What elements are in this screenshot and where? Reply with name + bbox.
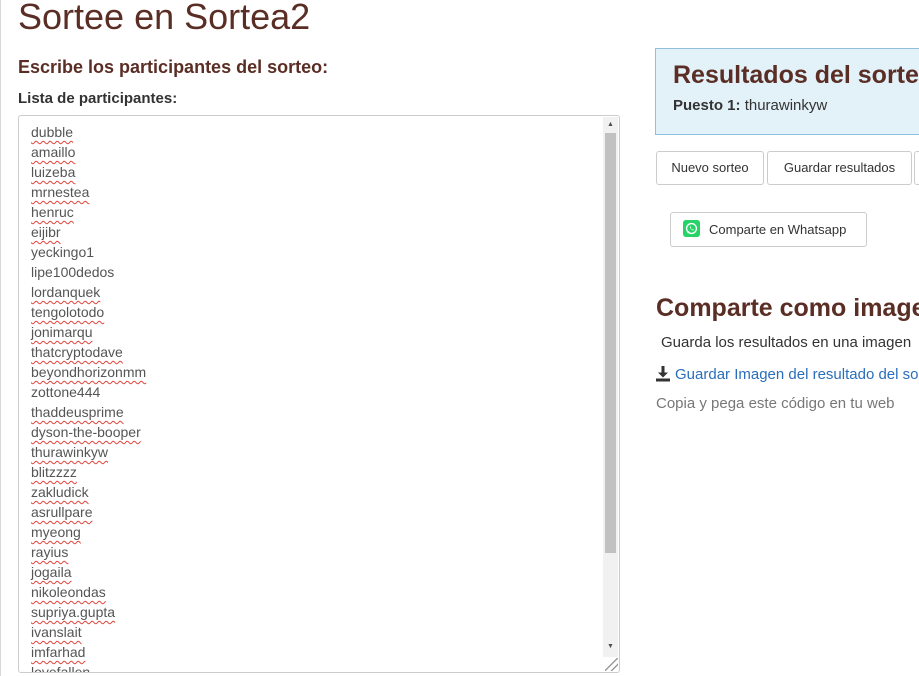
participant-name-text: lordanquek [31, 284, 101, 300]
participants-list: dubble amaillo luizeba mrnestea henruc eijibr… [31, 122, 146, 673]
participant-name-text: blitzzzz [31, 464, 77, 480]
participant-name-text: tengolotodo [31, 304, 105, 320]
participant-name: amaillo [31, 142, 146, 162]
participant-name-text: eijibr [31, 224, 61, 240]
participant-name: supriya.gupta [31, 602, 146, 622]
result-position-label: Puesto 1: [673, 97, 741, 114]
scroll-up-arrow-icon[interactable]: ▲ [603, 118, 618, 132]
participant-name-text: beyondhorizonmm [31, 364, 147, 380]
participant-name-text: luizeba [31, 164, 76, 180]
download-icon [656, 366, 670, 382]
participants-textarea[interactable]: dubble amaillo luizeba mrnestea henruc eijibr… [18, 115, 620, 673]
whatsapp-share-label: Comparte en Whatsapp [709, 222, 847, 237]
left-divider [0, 0, 1, 676]
participant-name-text: dubble [31, 124, 74, 140]
participant-name-text: mrnestea [31, 184, 90, 200]
participant-name-text: thurawinkyw [31, 444, 109, 460]
participant-name: zottone444 [31, 382, 146, 402]
participant-name-text: jogaila [31, 564, 72, 580]
participant-name: lovefallen [31, 662, 146, 673]
participant-name: jonimarqu [31, 322, 146, 342]
participant-name-text: henruc [31, 204, 74, 220]
resize-grip-icon[interactable] [605, 658, 618, 671]
download-image-label: Guardar Imagen del resultado del sorteo [675, 366, 919, 383]
save-results-button[interactable]: Guardar resultados [767, 151, 912, 185]
participant-name: rayius [31, 542, 146, 562]
participant-name-text: amaillo [31, 144, 76, 160]
participant-name-text: yeckingo1 [31, 244, 95, 260]
participant-name: lipe100dedos [31, 262, 146, 282]
participant-name: myeong [31, 522, 146, 542]
participant-name: dyson-the-booper [31, 422, 146, 442]
participant-name: blitzzzz [31, 462, 146, 482]
result-row: Puesto 1: thurawinkyw [673, 96, 827, 116]
share-image-title: Comparte como imagen [656, 294, 919, 322]
participant-name: beyondhorizonmm [31, 362, 146, 382]
result-winner: thurawinkyw [744, 97, 828, 114]
participant-name: henruc [31, 202, 146, 222]
participant-name-text: supriya.gupta [31, 604, 116, 620]
participant-name-text: imfarhad [31, 644, 86, 660]
participant-name: ivanslait [31, 622, 146, 642]
participant-name: tengolotodo [31, 302, 146, 322]
participant-name: asrullpare [31, 502, 146, 522]
participant-name-text: lipe100dedos [31, 264, 115, 280]
results-title: Resultados del sorteo [673, 61, 919, 89]
participant-name: eijibr [31, 222, 146, 242]
participant-name-text: rayius [31, 544, 69, 560]
participant-name-text: jonimarqu [31, 324, 93, 340]
section-subtitle: Escribe los participantes del sorteo: [18, 57, 329, 77]
participant-name-text: myeong [31, 524, 81, 540]
textarea-scrollbar[interactable]: ▲ ▼ [603, 117, 618, 657]
new-draw-button[interactable]: Nuevo sorteo [656, 151, 764, 185]
embed-code-label: Copia y pega este código en tu web [656, 395, 895, 412]
participant-name-text: thaddeusprime [31, 404, 124, 420]
participant-name-text: zottone444 [31, 384, 101, 400]
participants-list-label: Lista de participantes: [18, 90, 178, 107]
participant-name: thaddeusprime [31, 402, 146, 422]
scroll-thumb[interactable] [605, 133, 616, 553]
participant-name: nikoleondas [31, 582, 146, 602]
participant-name: lordanquek [31, 282, 146, 302]
participant-name: dubble [31, 122, 146, 142]
whatsapp-icon [683, 220, 700, 237]
participant-name: thurawinkyw [31, 442, 146, 462]
page-title: Sortee en Sortea2 [18, 0, 311, 37]
participant-name-text: ivanslait [31, 624, 82, 640]
whatsapp-share-button[interactable]: Comparte en Whatsapp [670, 212, 867, 247]
more-actions-button[interactable] [914, 151, 919, 185]
participant-name-text: lovefallen [31, 664, 91, 673]
participant-name: yeckingo1 [31, 242, 146, 262]
participant-name: imfarhad [31, 642, 146, 662]
participant-name-text: asrullpare [31, 504, 93, 520]
scroll-down-arrow-icon[interactable]: ▼ [603, 640, 618, 654]
participant-name-text: thatcryptodave [31, 344, 123, 360]
participant-name: jogaila [31, 562, 146, 582]
page: Sortee en Sortea2 Escribe los participan… [0, 0, 919, 676]
participant-name-text: dyson-the-booper [31, 424, 141, 440]
participant-name: zakludick [31, 482, 146, 502]
results-panel: Resultados del sorteo Puesto 1: thurawin… [655, 48, 919, 135]
participant-name-text: zakludick [31, 484, 89, 500]
participant-name-text: nikoleondas [31, 584, 106, 600]
share-image-description: Guarda los resultados en una imagen [661, 334, 912, 351]
participant-name: thatcryptodave [31, 342, 146, 362]
participant-name: luizeba [31, 162, 146, 182]
participant-name: mrnestea [31, 182, 146, 202]
